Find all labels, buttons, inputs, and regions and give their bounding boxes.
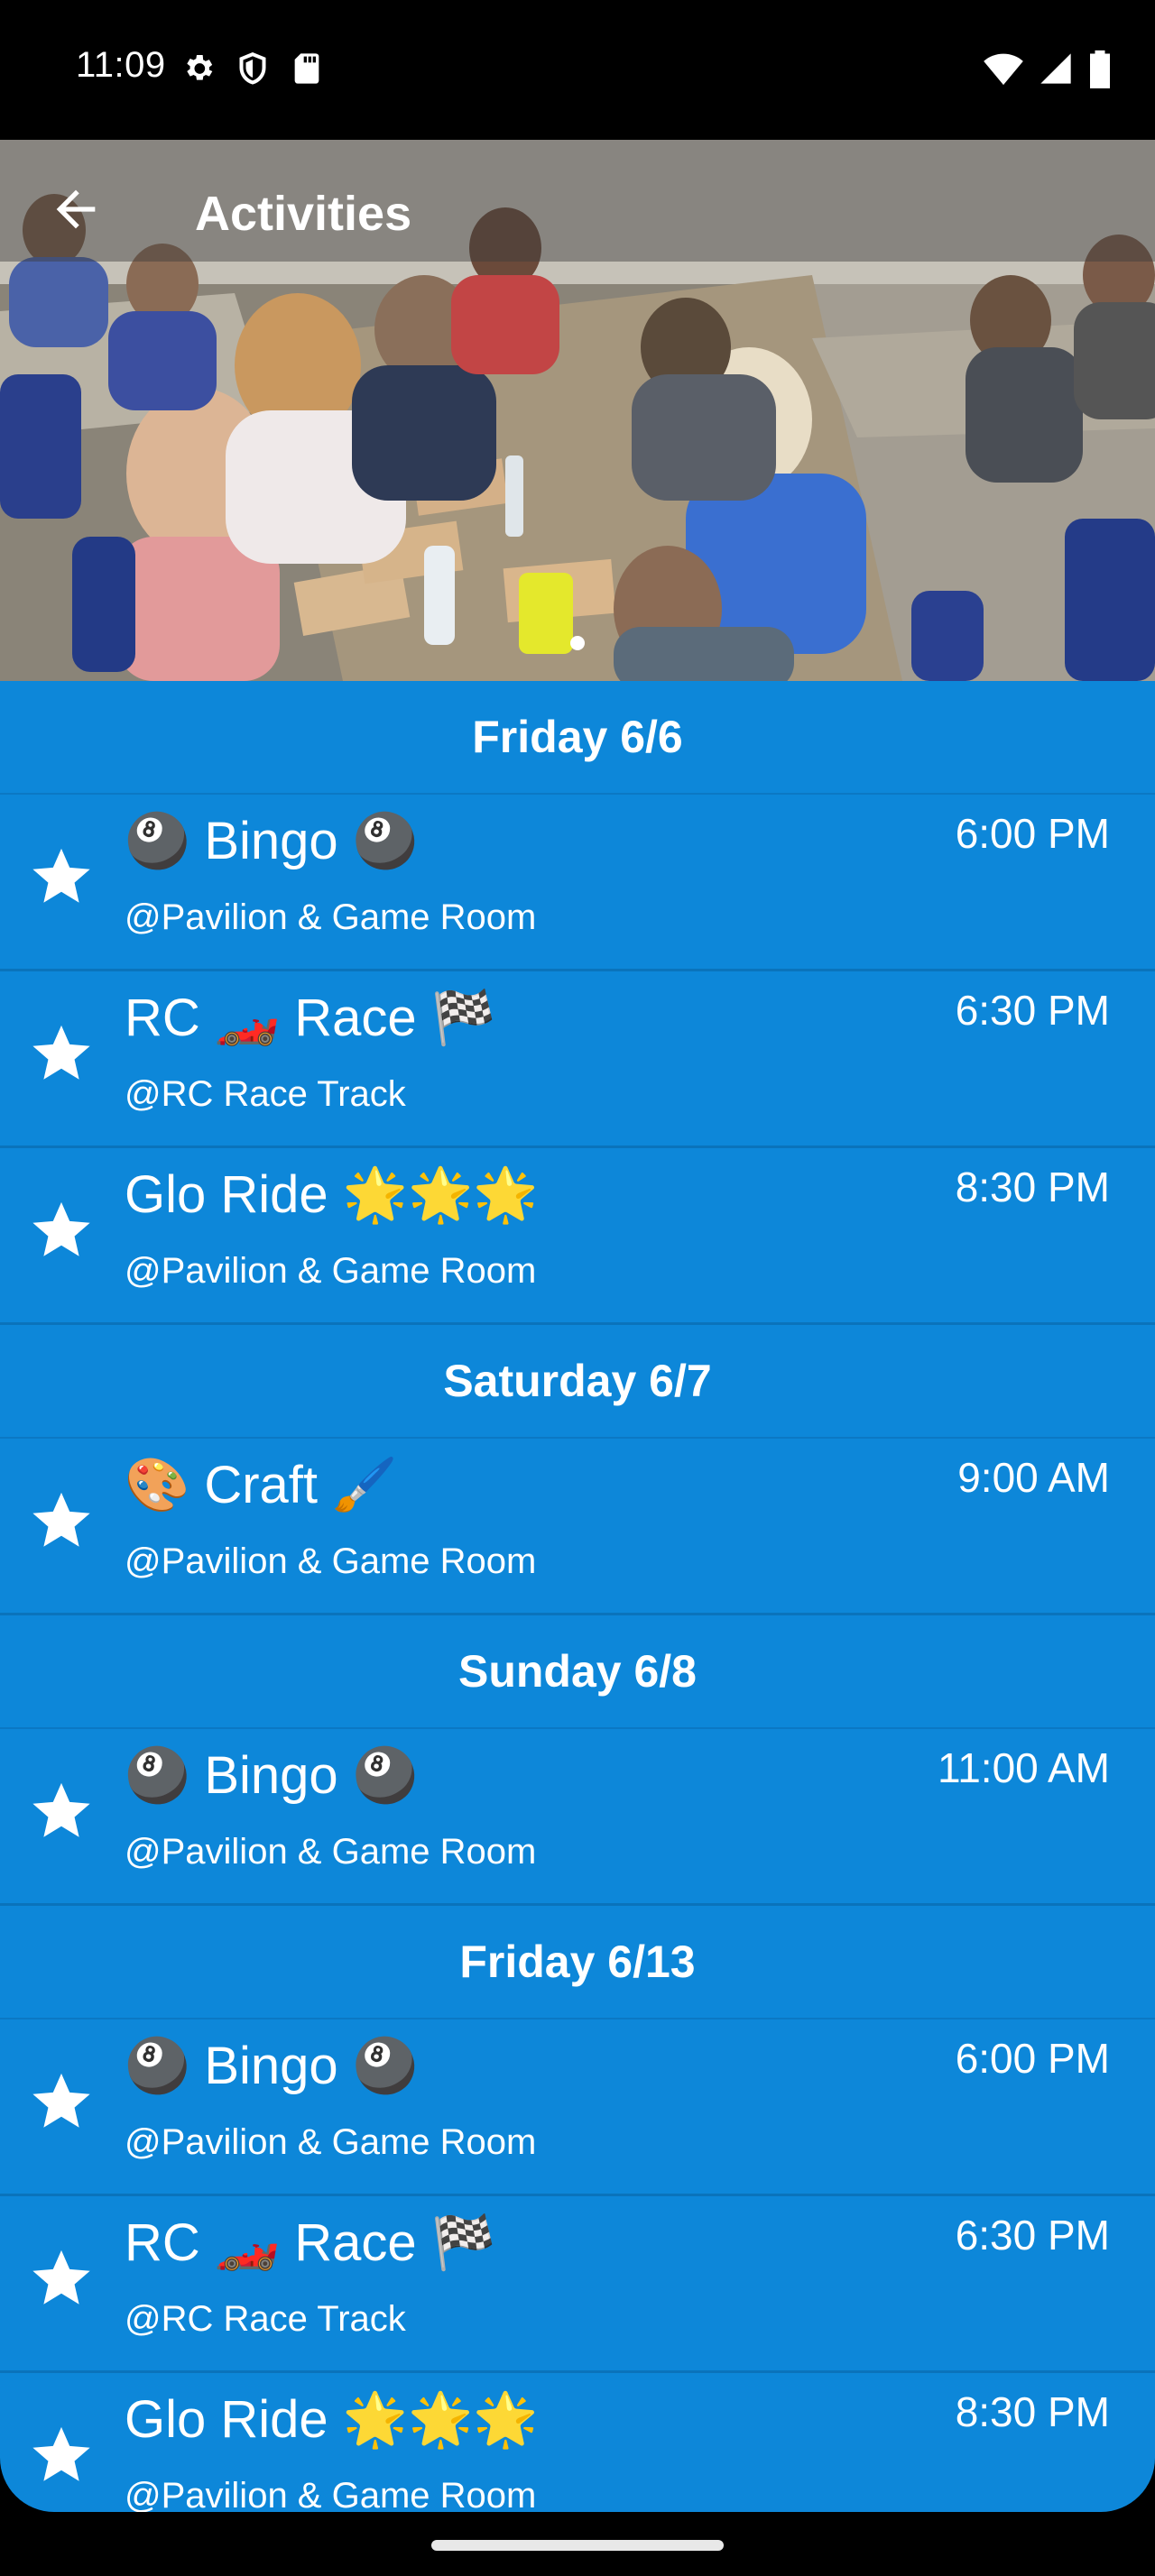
carousel-indicator bbox=[0, 636, 1155, 650]
carousel-dot[interactable] bbox=[570, 636, 585, 650]
star-icon[interactable] bbox=[27, 1018, 96, 1087]
status-time: 11:09 bbox=[76, 45, 166, 85]
activity-time: 11:00 AM bbox=[938, 1744, 1110, 1791]
battery-icon bbox=[1090, 50, 1110, 88]
star-icon[interactable] bbox=[27, 842, 96, 910]
gear-icon bbox=[187, 55, 213, 80]
activity-location: @Pavilion & Game Room bbox=[125, 1541, 537, 1581]
app-bar bbox=[0, 140, 1155, 262]
activity-name: Glo Ride 🌟🌟🌟 bbox=[125, 2390, 539, 2449]
activity-time: 8:30 PM bbox=[955, 2388, 1110, 2435]
star-icon[interactable] bbox=[27, 1776, 96, 1845]
sd-card-icon bbox=[294, 53, 319, 84]
signal-icon bbox=[1040, 53, 1071, 84]
star-icon[interactable] bbox=[27, 2243, 96, 2312]
day-header: Sunday 6/8 bbox=[0, 1615, 1155, 1729]
star-icon[interactable] bbox=[27, 1486, 96, 1554]
activity-item[interactable]: 🎱 Bingo 🎱 @Pavilion & Game Room 6:00 PM bbox=[0, 2019, 1155, 2196]
activity-name: Glo Ride 🌟🌟🌟 bbox=[125, 1165, 539, 1224]
activity-name: 🎱 Bingo 🎱 bbox=[125, 2037, 419, 2095]
activity-time: 8:30 PM bbox=[955, 1164, 1110, 1210]
activity-item[interactable]: 🎨 Craft 🖌️ @Pavilion & Game Room 9:00 AM bbox=[0, 1439, 1155, 1615]
activity-name: 🎱 Bingo 🎱 bbox=[125, 812, 419, 870]
activity-item[interactable]: Glo Ride 🌟🌟🌟 @Pavilion & Game Room 8:30 … bbox=[0, 2373, 1155, 2512]
activity-name: RC 🏎️ Race 🏁 bbox=[125, 989, 496, 1047]
star-icon[interactable] bbox=[27, 2066, 96, 2135]
activity-item[interactable]: 🎱 Bingo 🎱 @Pavilion & Game Room 6:00 PM bbox=[0, 795, 1155, 971]
day-header: Friday 6/13 bbox=[0, 1906, 1155, 2019]
activity-time: 6:30 PM bbox=[955, 987, 1110, 1034]
page-title: Activities bbox=[195, 187, 412, 241]
activity-time: 6:30 PM bbox=[955, 2212, 1110, 2259]
star-icon[interactable] bbox=[27, 1195, 96, 1264]
activity-time: 9:00 AM bbox=[957, 1454, 1110, 1501]
activity-location: @Pavilion & Game Room bbox=[125, 897, 537, 937]
star-icon[interactable] bbox=[27, 2420, 96, 2489]
activity-location: @Pavilion & Game Room bbox=[125, 2122, 537, 2162]
status-icons-right bbox=[984, 49, 1112, 88]
activity-name: RC 🏎️ Race 🏁 bbox=[125, 2213, 496, 2272]
shield-icon bbox=[239, 52, 266, 85]
activity-item[interactable]: Glo Ride 🌟🌟🌟 @Pavilion & Game Room 8:30 … bbox=[0, 1148, 1155, 1325]
activity-location: @RC Race Track bbox=[125, 1074, 406, 1114]
arrow-back-icon[interactable] bbox=[47, 180, 105, 238]
activity-time: 6:00 PM bbox=[955, 810, 1110, 857]
status-bar: 11:09 bbox=[0, 0, 1155, 140]
activity-location: @Pavilion & Game Room bbox=[125, 1832, 537, 1872]
activity-location: @RC Race Track bbox=[125, 2299, 406, 2339]
status-icons-left bbox=[180, 51, 325, 87]
day-header: Saturday 6/7 bbox=[0, 1325, 1155, 1439]
activity-name: 🎱 Bingo 🎱 bbox=[125, 1746, 419, 1805]
activity-item[interactable]: RC 🏎️ Race 🏁 @RC Race Track 6:30 PM bbox=[0, 2196, 1155, 2373]
activity-item[interactable]: RC 🏎️ Race 🏁 @RC Race Track 6:30 PM bbox=[0, 971, 1155, 1148]
activity-list[interactable]: Friday 6/6 🎱 Bingo 🎱 @Pavilion & Game Ro… bbox=[0, 681, 1155, 2512]
activity-location: @Pavilion & Game Room bbox=[125, 1251, 537, 1291]
activity-name: 🎨 Craft 🖌️ bbox=[125, 1456, 398, 1514]
day-header: Friday 6/6 bbox=[0, 681, 1155, 795]
home-indicator[interactable] bbox=[431, 2540, 724, 2551]
wifi-icon bbox=[984, 53, 1023, 86]
activity-time: 6:00 PM bbox=[955, 2035, 1110, 2082]
activity-item[interactable]: 🎱 Bingo 🎱 @Pavilion & Game Room 11:00 AM bbox=[0, 1729, 1155, 1906]
activity-location: @Pavilion & Game Room bbox=[125, 2476, 537, 2512]
